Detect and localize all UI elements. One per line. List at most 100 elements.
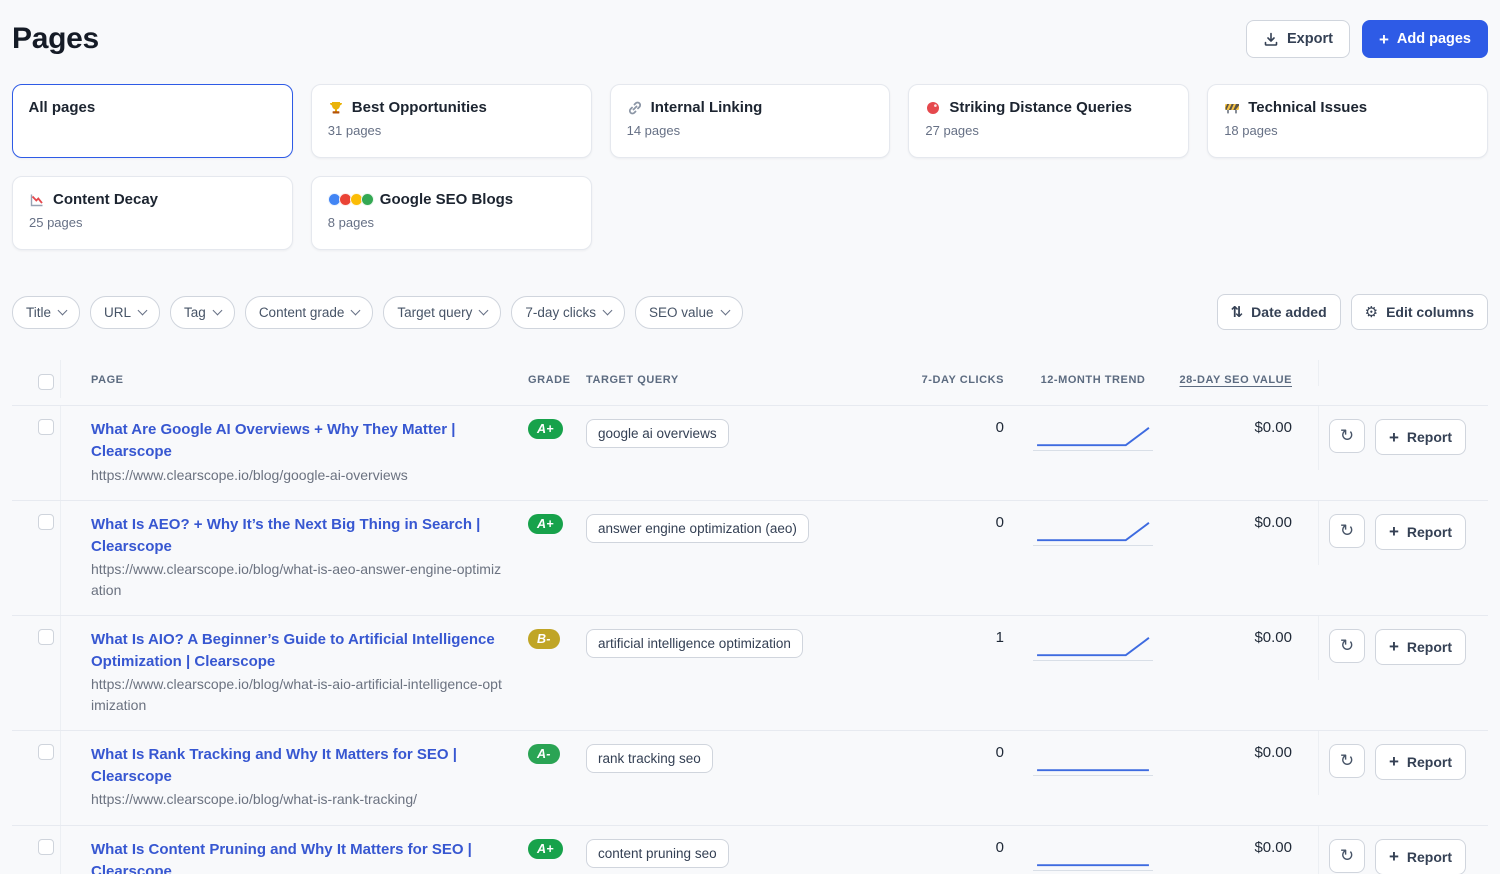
view-card-internal-linking[interactable]: Internal Linking 14 pages	[609, 84, 891, 158]
page-url: https://www.clearscope.io/blog/what-is-a…	[91, 561, 502, 598]
clicks-value: 0	[995, 838, 1004, 856]
column-header-target-query[interactable]: TARGET QUERY	[586, 360, 908, 398]
seo-value: $0.00	[1254, 743, 1292, 761]
pages-screen: Pages Export + Add pages All pages Best …	[0, 0, 1500, 874]
column-header-28-day-seo-value[interactable]: 28-DAY SEO VALUE	[1168, 360, 1318, 398]
column-header-7-day-clicks[interactable]: 7-DAY CLICKS	[908, 360, 1018, 398]
target-query-chip[interactable]: answer engine optimization (aeo)	[586, 513, 809, 543]
report-button[interactable]: + Report	[1374, 838, 1466, 874]
sort-arrows-icon: ⇅	[1230, 302, 1244, 321]
clicks-value: 0	[995, 743, 1004, 761]
page-url: https://www.clearscope.io/blog/what-is-a…	[91, 676, 502, 713]
page-link[interactable]: What Is AEO? + Why It’s the Next Big Thi…	[91, 514, 504, 558]
clicks-value: 0	[995, 419, 1004, 436]
grade-badge: B-	[528, 628, 560, 649]
refresh-icon: ↻	[1339, 750, 1355, 771]
view-card-best-opportunities[interactable]: Best Opportunities 31 pages	[310, 84, 592, 158]
plus-icon: +	[1378, 29, 1389, 49]
view-count: 31 pages	[327, 123, 382, 138]
view-count: 14 pages	[626, 123, 681, 138]
target-query-chip[interactable]: content pruning seo	[586, 838, 729, 868]
report-button[interactable]: + Report	[1374, 513, 1466, 550]
view-label: All pages	[28, 98, 96, 116]
refresh-button[interactable]: ↻	[1328, 513, 1365, 548]
report-button[interactable]: + Report	[1374, 743, 1466, 780]
target-query-chip[interactable]: google ai overviews	[586, 419, 729, 448]
column-header-12-month-trend[interactable]: 12-MONTH TREND	[1018, 360, 1168, 398]
add-pages-button[interactable]: + Add pages	[1361, 20, 1488, 58]
chevron-down-icon	[602, 305, 613, 315]
view-count: 27 pages	[925, 123, 979, 138]
gear-icon: ⚙	[1364, 302, 1379, 321]
target-query-chip[interactable]: rank tracking seo	[586, 743, 713, 773]
row-checkbox[interactable]	[38, 838, 54, 855]
trend-sparkline	[1033, 863, 1153, 871]
construction-icon	[1225, 103, 1240, 113]
grade-badge: A+	[528, 838, 563, 859]
table-header-row: PAGE GRADE TARGET QUERY 7-DAY CLICKS 12-…	[12, 360, 1488, 406]
add-pages-label: Add pages	[1396, 31, 1471, 47]
grade-badge: A-	[528, 743, 560, 764]
view-card-content-decay[interactable]: Content Decay 25 pages	[12, 176, 293, 250]
view-card-striking-distance-queries[interactable]: Striking Distance Queries 27 pages	[908, 84, 1190, 158]
view-card-technical-issues[interactable]: Technical Issues 18 pages	[1207, 84, 1488, 158]
refresh-button[interactable]: ↻	[1328, 419, 1365, 453]
target-query-chip[interactable]: artificial intelligence optimization	[586, 628, 803, 658]
view-count: 8 pages	[327, 215, 375, 230]
link-icon	[628, 101, 641, 114]
row-checkbox[interactable]	[38, 628, 54, 645]
row-checkbox[interactable]	[38, 743, 54, 760]
column-header-page[interactable]: PAGE	[60, 360, 520, 398]
page-link[interactable]: What Is AIO? A Beginner’s Guide to Artif…	[91, 629, 504, 673]
table-row: What Is Content Pruning and Why It Matte…	[12, 825, 1488, 874]
refresh-button[interactable]: ↻	[1328, 838, 1365, 873]
clicks-value: 1	[995, 628, 1004, 646]
edit-columns-button[interactable]: ⚙ Edit columns	[1350, 294, 1488, 330]
filter-tag-chip[interactable]: Tag	[170, 295, 235, 329]
trend-sparkline	[1033, 636, 1153, 661]
filter-seo-value-chip[interactable]: SEO value	[634, 295, 743, 329]
page-link[interactable]: What Is Rank Tracking and Why It Matters…	[91, 744, 504, 788]
page-url: https://www.clearscope.io/blog/what-is-r…	[91, 791, 418, 808]
pages-table: PAGE GRADE TARGET QUERY 7-DAY CLICKS 12-…	[12, 360, 1488, 874]
report-button[interactable]: + Report	[1374, 628, 1466, 665]
view-card-all-pages[interactable]: All pages	[12, 84, 293, 158]
refresh-button[interactable]: ↻	[1328, 743, 1365, 778]
seo-value: $0.00	[1254, 419, 1292, 436]
view-label: Internal Linking	[650, 99, 763, 116]
trend-sparkline	[1033, 521, 1153, 546]
chevron-down-icon	[212, 305, 223, 315]
refresh-icon: ↻	[1339, 426, 1355, 446]
report-button[interactable]: + Report	[1374, 419, 1466, 455]
google-dot-green	[360, 193, 374, 206]
column-header-grade[interactable]: GRADE	[520, 360, 586, 398]
clicks-value: 0	[995, 513, 1004, 531]
filter-title-chip[interactable]: Title	[12, 295, 81, 329]
export-label: Export	[1287, 31, 1333, 47]
export-button[interactable]: Export	[1246, 20, 1350, 58]
seo-value: $0.00	[1254, 513, 1292, 531]
page-link[interactable]: What Are Google AI Overviews + Why They …	[91, 419, 504, 463]
refresh-button[interactable]: ↻	[1328, 628, 1365, 663]
filter-7-day-clicks-chip[interactable]: 7-day clicks	[511, 295, 625, 329]
top-bar: Pages Export + Add pages	[12, 0, 1488, 84]
row-checkbox[interactable]	[38, 513, 54, 530]
trend-sparkline	[1033, 427, 1153, 451]
table-row: What Is AEO? + Why It’s the Next Big Thi…	[12, 500, 1488, 616]
filter-content-grade-chip[interactable]: Content grade	[244, 295, 374, 329]
refresh-icon: ↻	[1339, 845, 1355, 866]
select-all-checkbox[interactable]	[38, 374, 54, 390]
red-ball-icon	[927, 101, 940, 114]
view-card-google-seo-blogs[interactable]: Google SEO Blogs 8 pages	[310, 176, 592, 250]
row-checkbox[interactable]	[38, 419, 54, 435]
filter-url-chip[interactable]: URL	[90, 295, 161, 329]
view-label: Best Opportunities	[351, 99, 487, 116]
filter-target-query-chip[interactable]: Target query	[383, 295, 502, 329]
chevron-down-icon	[350, 305, 361, 315]
plus-icon: +	[1388, 637, 1399, 657]
google-dots-icon	[327, 193, 374, 206]
top-bar-actions: Export + Add pages	[1246, 20, 1488, 58]
page-link[interactable]: What Is Content Pruning and Why It Matte…	[91, 839, 504, 874]
page-url: https://www.clearscope.io/blog/google-ai…	[91, 466, 408, 483]
sort-date-added-button[interactable]: ⇅ Date added	[1216, 294, 1341, 330]
